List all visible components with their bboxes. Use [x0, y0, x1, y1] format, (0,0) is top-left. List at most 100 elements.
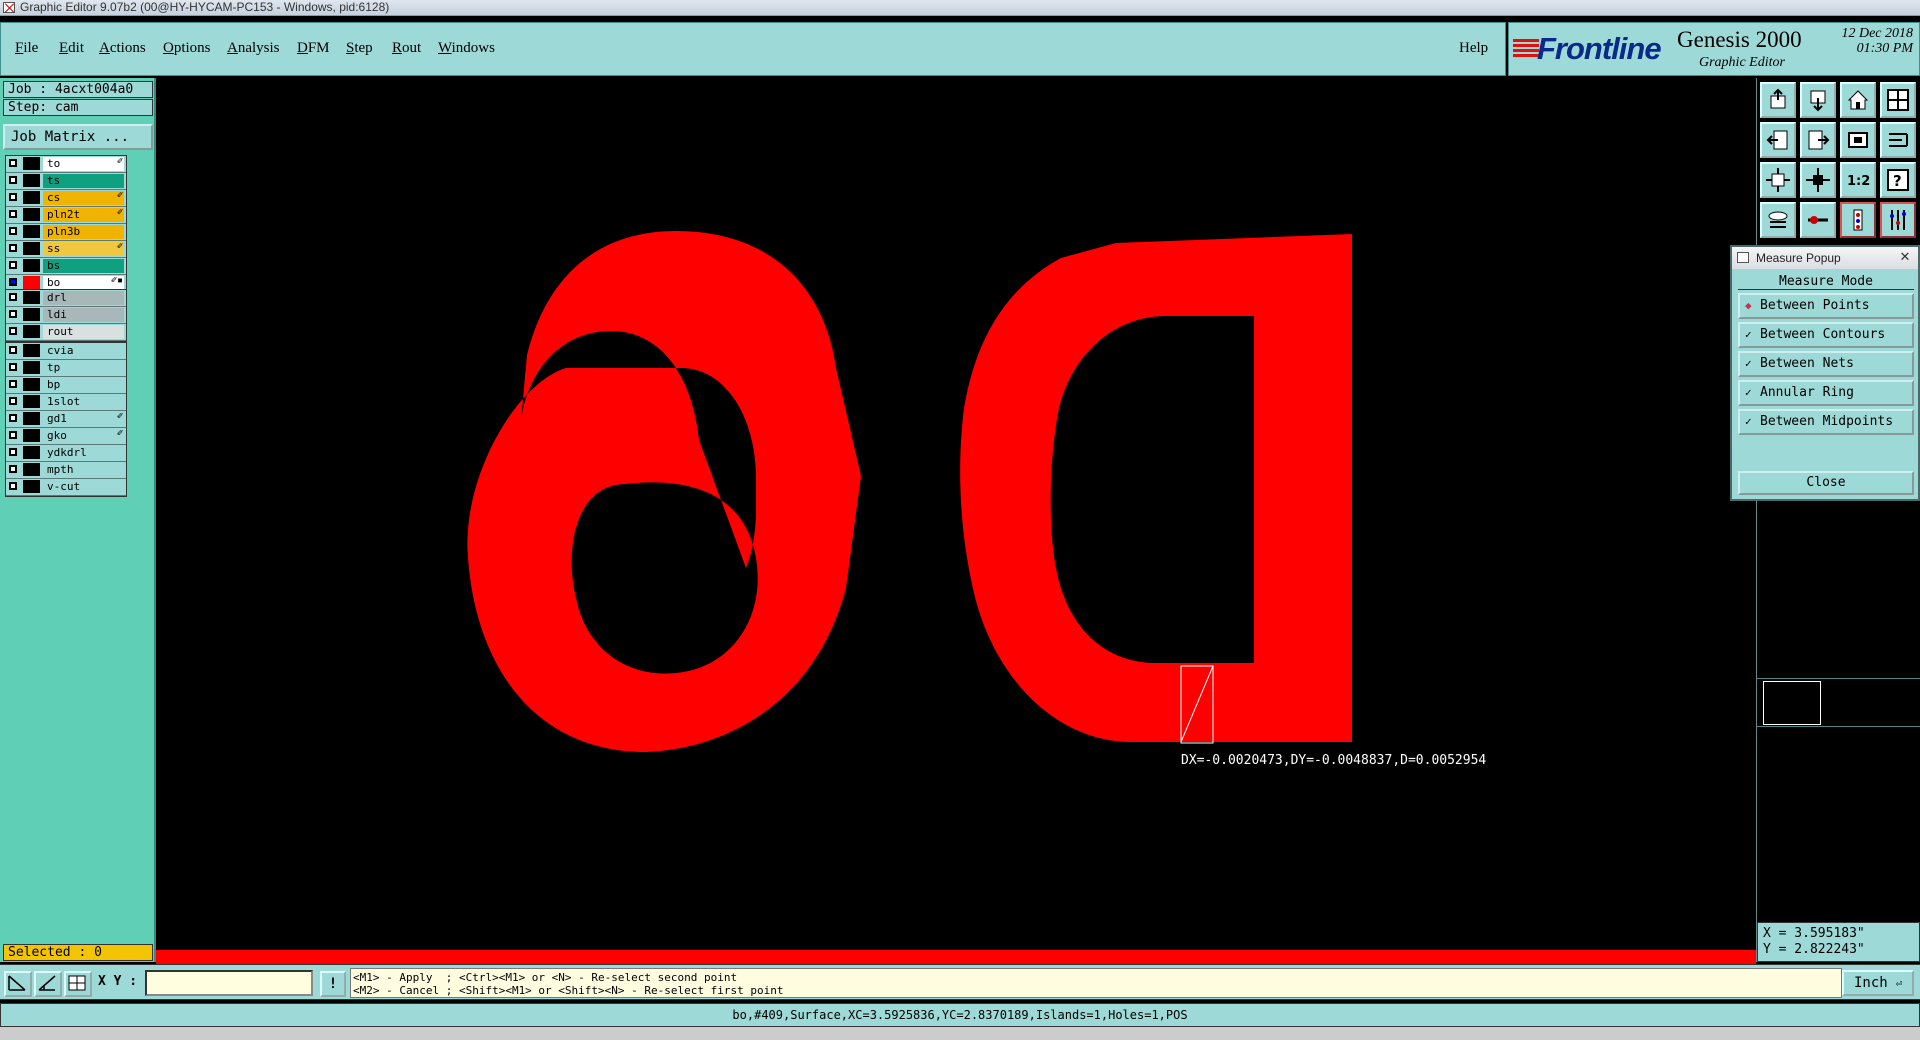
- layer-checkbox[interactable]: [9, 278, 17, 286]
- layer-checkbox[interactable]: [9, 414, 17, 422]
- layer-name[interactable]: pln3b: [43, 225, 124, 239]
- layer-checkbox[interactable]: [9, 431, 17, 439]
- layer-color-swatch[interactable]: [23, 429, 40, 442]
- home-button[interactable]: [1840, 82, 1876, 118]
- snap-button[interactable]: [1760, 202, 1796, 238]
- layer-row-ts[interactable]: ts: [6, 173, 126, 190]
- layer-color-swatch[interactable]: [23, 308, 40, 321]
- layer-up-button[interactable]: [1760, 82, 1796, 118]
- mode-between-points[interactable]: ◆ Between Points: [1738, 293, 1914, 319]
- popup-title-bar[interactable]: Measure Popup ✕: [1732, 247, 1918, 269]
- zoom-fit-all-button[interactable]: [1760, 162, 1796, 198]
- layer-down-button[interactable]: [1800, 82, 1836, 118]
- zoom-fit-button[interactable]: [1840, 122, 1876, 158]
- layer-name[interactable]: bs: [43, 259, 124, 273]
- layer-name[interactable]: 1slot: [43, 395, 124, 409]
- layer-checkbox[interactable]: [9, 380, 17, 388]
- layer-name[interactable]: bp: [43, 378, 124, 392]
- menu-windows[interactable]: Windows: [438, 40, 495, 57]
- layer-color-swatch[interactable]: [23, 225, 40, 238]
- angle-snap-button[interactable]: [34, 971, 62, 997]
- layer-checkbox[interactable]: [9, 310, 17, 318]
- layer-checkbox[interactable]: [9, 293, 17, 301]
- layer-row-gd1[interactable]: gd1 ✐: [6, 411, 126, 428]
- split-view-button[interactable]: [1880, 82, 1916, 118]
- snap-mode-button[interactable]: [4, 971, 32, 997]
- layer-checkbox[interactable]: [9, 346, 17, 354]
- surface-feature-six[interactable]: [467, 231, 861, 752]
- info-button[interactable]: !: [320, 971, 346, 997]
- layer-name[interactable]: ydkdrl: [43, 446, 124, 460]
- layer-name[interactable]: to: [43, 157, 124, 171]
- mode-annular-ring[interactable]: ✓ Annular Ring: [1738, 380, 1914, 406]
- units-selector[interactable]: Inch ⏎: [1842, 970, 1914, 996]
- layer-color-swatch[interactable]: [23, 291, 40, 304]
- layer-row-ldi[interactable]: ldi: [6, 307, 126, 324]
- graphic-canvas[interactable]: DX=-0.0020473,DY=-0.0048837,D=0.0052954: [156, 78, 1756, 962]
- layer-checkbox[interactable]: [9, 448, 17, 456]
- measure-button[interactable]: [1800, 202, 1836, 238]
- layer-name[interactable]: drl: [43, 291, 124, 305]
- layer-checkbox[interactable]: [9, 227, 17, 235]
- layer-name[interactable]: tp: [43, 361, 124, 375]
- menu-rout[interactable]: Rout: [392, 40, 421, 57]
- layer-name[interactable]: mpth: [43, 463, 124, 477]
- scale-button[interactable]: 1:2: [1840, 162, 1876, 198]
- layer-color-swatch[interactable]: [23, 259, 40, 272]
- layer-color-swatch[interactable]: [23, 242, 40, 255]
- overview-viewport[interactable]: [1763, 681, 1821, 725]
- menu-dfm[interactable]: DFM: [297, 40, 330, 57]
- layer-name[interactable]: cs: [43, 191, 124, 205]
- popup-close-button[interactable]: Close: [1738, 471, 1914, 495]
- job-matrix-button[interactable]: Job Matrix ...: [3, 124, 153, 150]
- layer-row-drl[interactable]: drl: [6, 290, 126, 307]
- layer-name[interactable]: ss: [43, 242, 124, 256]
- layer-checkbox[interactable]: [9, 159, 17, 167]
- mode-between-contours[interactable]: ✓ Between Contours: [1738, 322, 1914, 348]
- layer-checkbox[interactable]: [9, 482, 17, 490]
- layer-row-mpth[interactable]: mpth: [6, 462, 126, 479]
- menu-edit[interactable]: Edit: [59, 40, 84, 57]
- layer-name[interactable]: v-cut: [43, 480, 124, 494]
- layer-name[interactable]: ts: [43, 174, 124, 188]
- layer-name[interactable]: pln2t: [43, 208, 124, 222]
- menu-help[interactable]: Help: [1459, 40, 1488, 57]
- layer-color-swatch[interactable]: [23, 395, 40, 408]
- layer-row-cvia[interactable]: cvia: [6, 343, 126, 360]
- menu-actions[interactable]: Actions: [99, 40, 146, 57]
- layer-checkbox[interactable]: [9, 363, 17, 371]
- layer-checkbox[interactable]: [9, 244, 17, 252]
- layer-row-pln2t[interactable]: pln2t ✐: [6, 207, 126, 224]
- layer-color-swatch[interactable]: [23, 446, 40, 459]
- layer-checkbox[interactable]: [9, 465, 17, 473]
- layer-name[interactable]: rout: [43, 325, 124, 339]
- layer-name[interactable]: gd1: [43, 412, 124, 426]
- layer-color-swatch[interactable]: [23, 174, 40, 187]
- layer-row-tp[interactable]: tp: [6, 360, 126, 377]
- layer-checkbox[interactable]: [9, 210, 17, 218]
- layer-row-gko[interactable]: gko ✐: [6, 428, 126, 445]
- layer-row-bs[interactable]: bs: [6, 258, 126, 275]
- layer-color-swatch[interactable]: [23, 412, 40, 425]
- layer-color-swatch[interactable]: [23, 325, 40, 338]
- layer-row-ss[interactable]: ss ✐: [6, 241, 126, 258]
- xy-input[interactable]: [145, 970, 313, 996]
- mode-between-nets[interactable]: ✓ Between Nets: [1738, 351, 1914, 377]
- menu-analysis[interactable]: Analysis: [227, 40, 280, 57]
- layer-color-swatch[interactable]: [23, 208, 40, 221]
- layer-name[interactable]: ldi: [43, 308, 124, 322]
- layer-checkbox[interactable]: [9, 193, 17, 201]
- mode-between-midpoints[interactable]: ✓ Between Midpoints: [1738, 409, 1914, 435]
- help-button[interactable]: ?: [1880, 162, 1916, 198]
- layer-row-cs[interactable]: cs ✐: [6, 190, 126, 207]
- layer-color-swatch[interactable]: [23, 378, 40, 391]
- menu-step[interactable]: Step: [346, 40, 373, 57]
- layer-row-v-cut[interactable]: v-cut: [6, 479, 126, 496]
- layer-color-swatch[interactable]: [23, 276, 40, 289]
- layer-row-1slot[interactable]: 1slot: [6, 394, 126, 411]
- layer-color-swatch[interactable]: [23, 344, 40, 357]
- layer-name[interactable]: gko: [43, 429, 124, 443]
- lights-button[interactable]: [1880, 202, 1916, 238]
- menu-options[interactable]: Options: [163, 40, 211, 57]
- pan-left-button[interactable]: [1760, 122, 1796, 158]
